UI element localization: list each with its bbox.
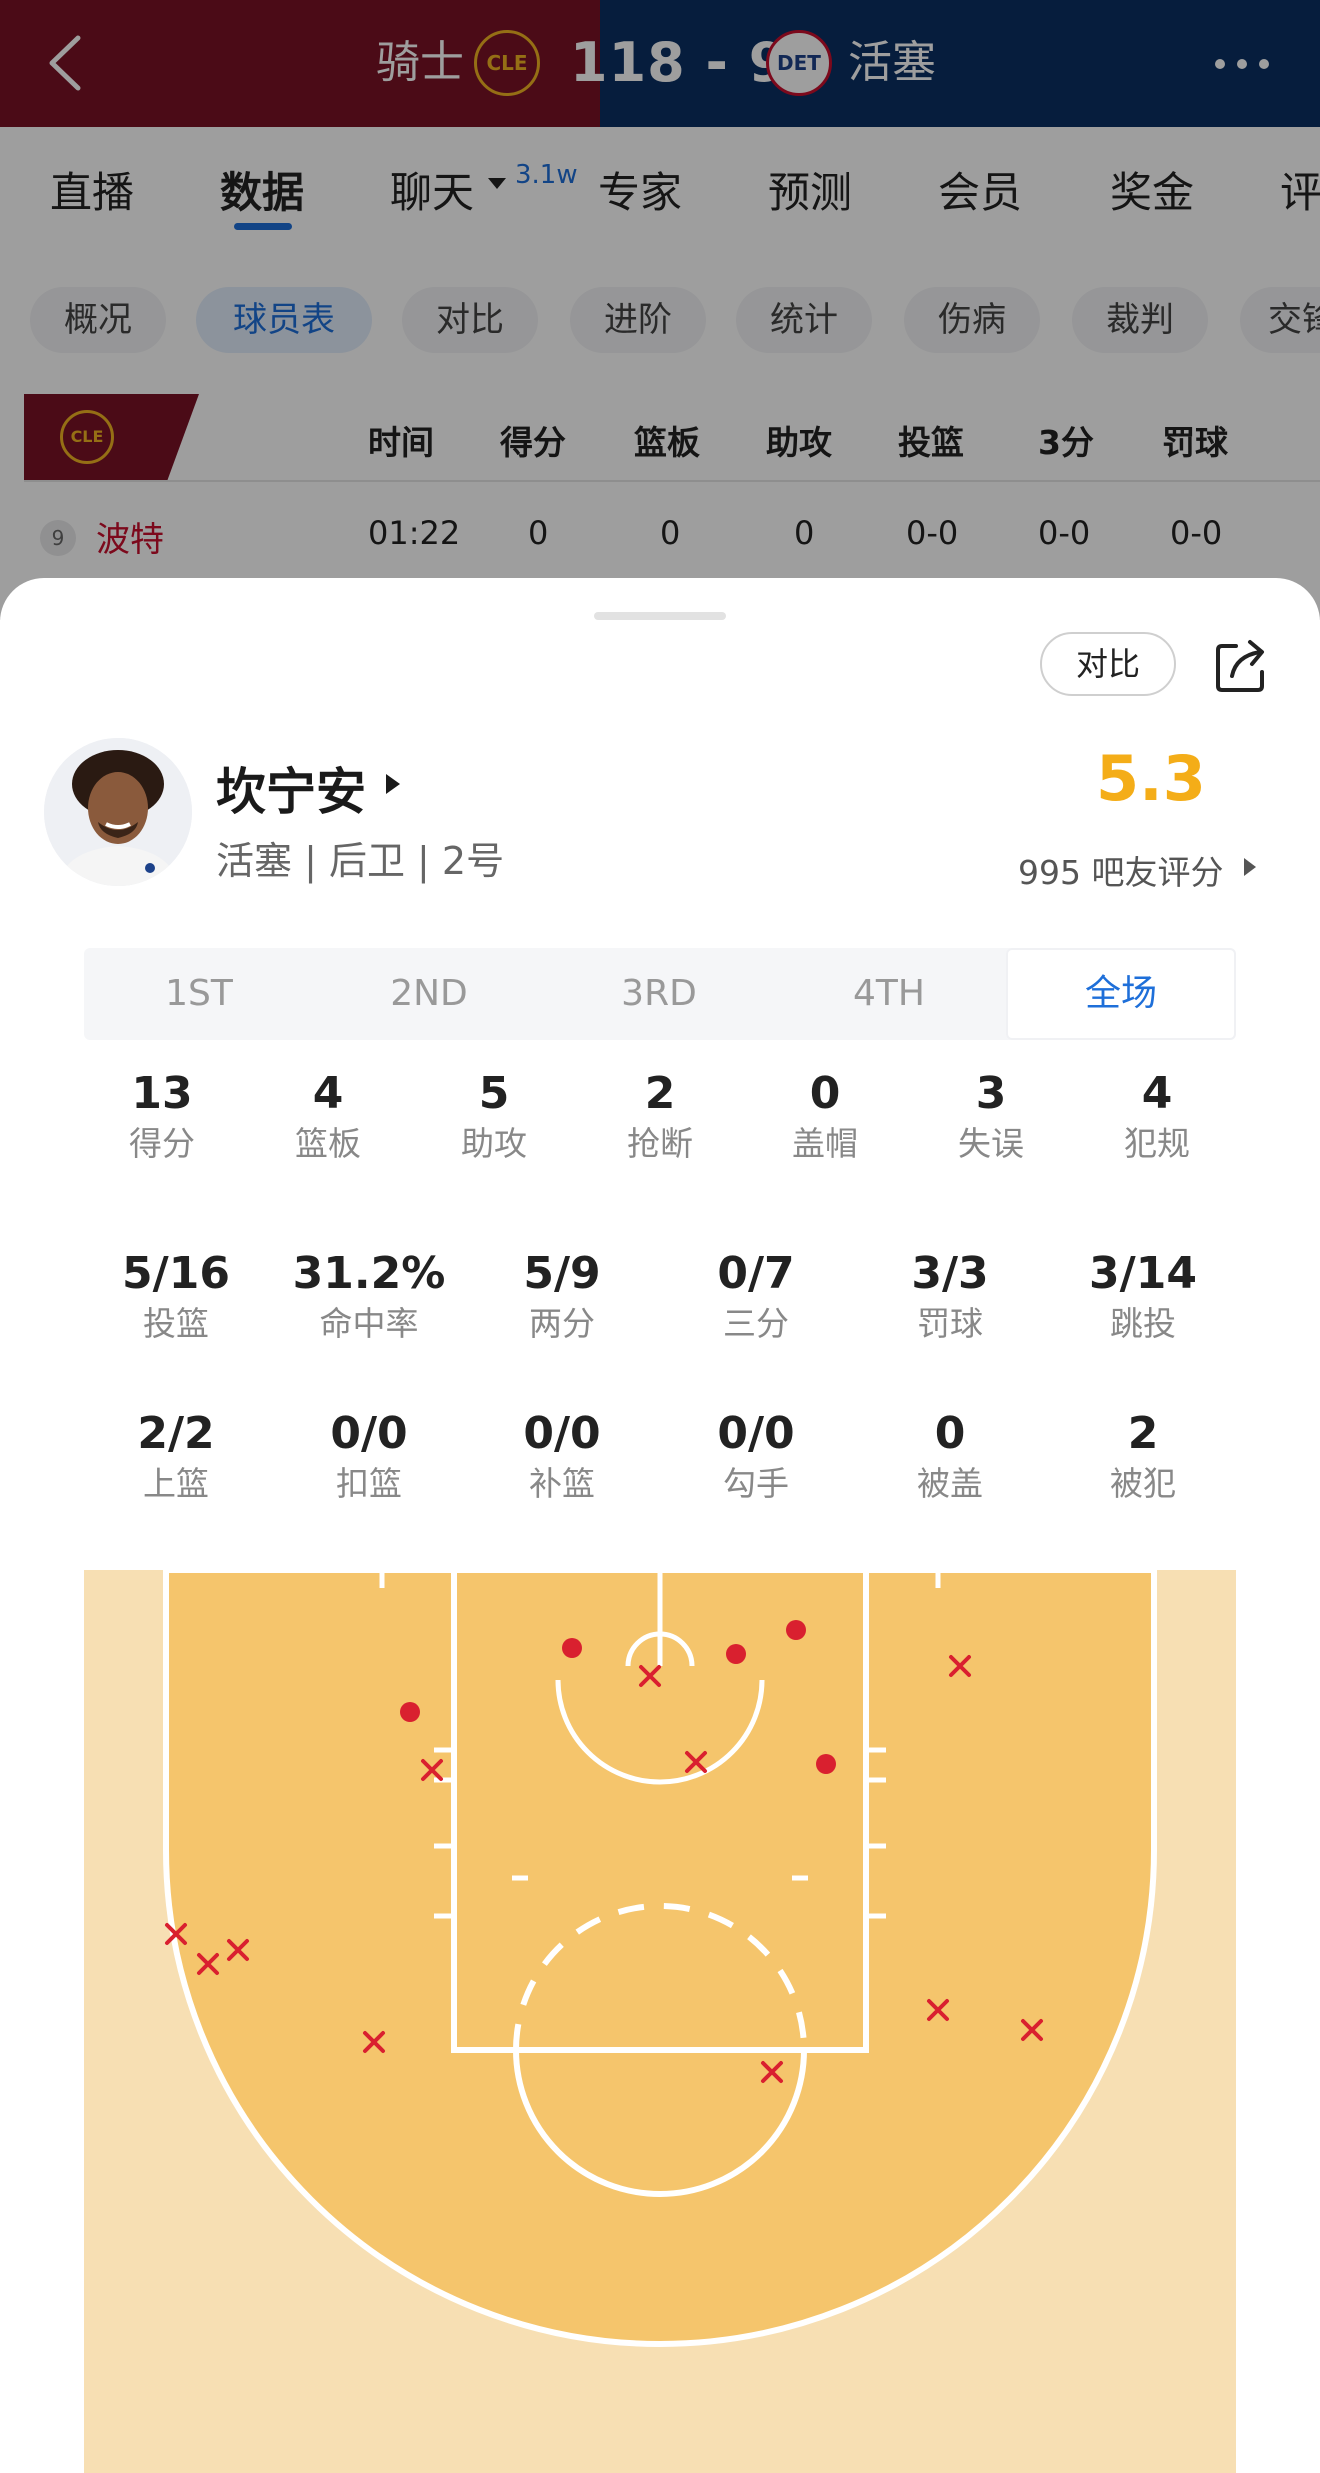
stat-layup: 2/2 上篮 xyxy=(96,1408,256,1508)
stat-value: 5/16 xyxy=(122,1248,230,1299)
stat-label: 扣篮 xyxy=(336,1464,402,1503)
stat-assists: 5 助攻 xyxy=(434,1068,554,1168)
stat-label: 被犯 xyxy=(1110,1464,1176,1503)
stat-fouled: 2 被犯 xyxy=(1063,1408,1223,1508)
stat-value: 5 xyxy=(478,1068,510,1119)
stat-ft: 3/3 罚球 xyxy=(870,1248,1030,1348)
stat-value: 2 xyxy=(1127,1408,1159,1459)
stat-label: 盖帽 xyxy=(792,1124,858,1163)
stat-label: 被盖 xyxy=(917,1464,983,1503)
stat-value: 0/0 xyxy=(523,1408,601,1459)
stat-label: 跳投 xyxy=(1110,1304,1176,1343)
stat-blocked: 0 被盖 xyxy=(870,1408,1030,1508)
stat-jumpshot: 3/14 跳投 xyxy=(1063,1248,1223,1348)
stat-dunk: 0/0 扣篮 xyxy=(289,1408,449,1508)
stat-value: 3 xyxy=(975,1068,1007,1119)
period-tab-1st[interactable]: 1ST xyxy=(84,948,314,1040)
stat-label: 罚球 xyxy=(917,1304,983,1343)
stat-value: 0/7 xyxy=(717,1248,795,1299)
stat-label: 失误 xyxy=(958,1124,1024,1163)
period-selector: 1ST 2ND 3RD 4TH 全场 xyxy=(84,948,1236,1040)
made-shot-marker xyxy=(786,1620,806,1640)
player-name[interactable]: 坎宁安 xyxy=(216,752,366,824)
compare-button[interactable]: 对比 xyxy=(1040,632,1176,696)
stat-value: 0 xyxy=(934,1408,966,1459)
caret-right-icon xyxy=(1244,858,1256,876)
player-rating: 5.3 xyxy=(1096,742,1206,815)
shot-chart xyxy=(84,1570,1236,2473)
stat-points: 13 得分 xyxy=(102,1068,222,1168)
stat-fg: 5/16 投篮 xyxy=(96,1248,256,1348)
period-tab-4th[interactable]: 4TH xyxy=(774,948,1004,1040)
stat-2pt: 5/9 两分 xyxy=(482,1248,642,1348)
stat-value: 0 xyxy=(809,1068,841,1119)
player-info: 活塞 | 后卫 | 2号 xyxy=(216,839,505,883)
stat-label: 上篮 xyxy=(143,1464,209,1503)
stat-label: 三分 xyxy=(723,1304,789,1343)
avatar[interactable] xyxy=(44,738,192,886)
stat-tipin: 0/0 补篮 xyxy=(482,1408,642,1508)
stat-hook: 0/0 勾手 xyxy=(676,1408,836,1508)
share-icon[interactable] xyxy=(1212,636,1272,696)
stat-value: 31.2% xyxy=(292,1248,446,1299)
player-photo-icon xyxy=(44,738,192,886)
stat-label: 抢断 xyxy=(627,1124,693,1163)
stat-label: 犯规 xyxy=(1124,1124,1190,1163)
stat-value: 3/3 xyxy=(911,1248,989,1299)
stat-rebounds: 4 篮板 xyxy=(268,1068,388,1168)
period-tab-3rd[interactable]: 3RD xyxy=(544,948,774,1040)
stat-value: 3/14 xyxy=(1089,1248,1197,1299)
made-shot-marker xyxy=(400,1702,420,1722)
stat-value: 4 xyxy=(312,1068,344,1119)
stat-label: 得分 xyxy=(129,1124,195,1163)
stat-label: 篮板 xyxy=(295,1124,361,1163)
stat-value: 5/9 xyxy=(523,1248,601,1299)
stat-value: 4 xyxy=(1141,1068,1173,1119)
made-shot-marker xyxy=(562,1638,582,1658)
stat-label: 投篮 xyxy=(143,1304,209,1343)
made-shot-marker xyxy=(816,1754,836,1774)
stat-turnovers: 3 失误 xyxy=(931,1068,1051,1168)
period-tab-full-game[interactable]: 全场 xyxy=(1006,948,1236,1040)
stat-value: 13 xyxy=(131,1068,193,1119)
sheet-drag-handle[interactable] xyxy=(594,612,726,620)
stat-steals: 2 抢断 xyxy=(600,1068,720,1168)
stat-label: 两分 xyxy=(529,1304,595,1343)
stat-label: 勾手 xyxy=(723,1464,789,1503)
stat-3pt: 0/7 三分 xyxy=(676,1248,836,1348)
made-shot-marker xyxy=(726,1644,746,1664)
modal-overlay[interactable] xyxy=(0,0,1320,620)
stat-fouls: 4 犯规 xyxy=(1097,1068,1217,1168)
period-tab-2nd[interactable]: 2ND xyxy=(314,948,544,1040)
stat-value: 2 xyxy=(644,1068,676,1119)
stat-fg-pct: 31.2% 命中率 xyxy=(289,1248,449,1348)
stat-value: 2/2 xyxy=(137,1408,215,1459)
stat-value: 0/0 xyxy=(717,1408,795,1459)
stat-value: 0/0 xyxy=(330,1408,408,1459)
player-detail-sheet: 对比 坎宁安 活塞 | 后卫 | 2号 5.3 995 吧友评分 1ST 2ND… xyxy=(0,578,1320,2473)
stat-blocks: 0 盖帽 xyxy=(765,1068,885,1168)
stat-label: 补篮 xyxy=(529,1464,595,1503)
stat-label: 助攻 xyxy=(461,1124,527,1163)
stat-label: 命中率 xyxy=(319,1304,419,1343)
rating-count-link[interactable]: 995 吧友评分 xyxy=(1018,846,1223,894)
caret-right-icon xyxy=(386,774,400,794)
